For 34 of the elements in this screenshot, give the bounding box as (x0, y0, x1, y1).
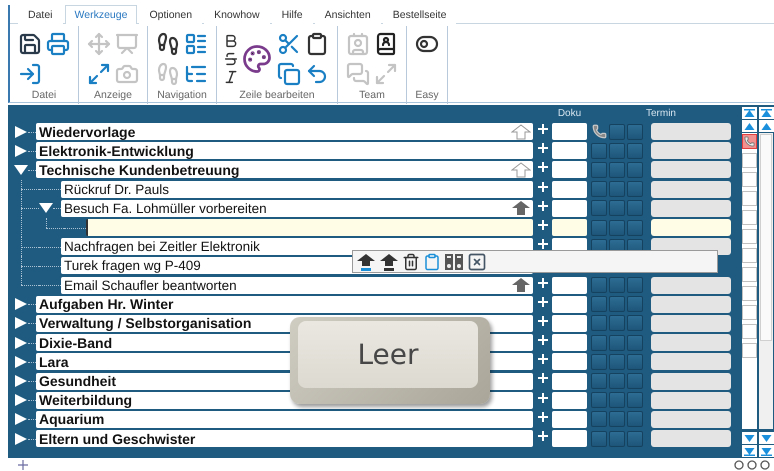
task-title: Besuch Fa. Lohmüller vorbereiten (64, 200, 267, 216)
category-title: Gesundheit (39, 373, 116, 390)
menu-tab[interactable]: Werkzeuge (64, 5, 138, 24)
task-title: Rückruf Dr. Pauls (64, 182, 170, 197)
task-title: Email Schaufler beantworten (64, 278, 237, 293)
group-label: Easy (415, 89, 439, 103)
category-title: Wiedervorlage (39, 124, 136, 140)
task-title: Nachfragen bei Zeitler Elektronik (64, 239, 260, 254)
group-label: Team (359, 89, 385, 103)
task-item[interactable]: Rückruf Dr. Pauls (61, 180, 533, 198)
task-item[interactable]: Wiedervorlage (36, 123, 533, 140)
category-title: Lara (39, 354, 69, 370)
task-title: Turek fragen wg P-409 (64, 258, 201, 274)
category-title: Aquarium (39, 411, 104, 428)
category-title: Eltern und Geschwister (39, 430, 196, 447)
column-header: Termin (644, 108, 677, 119)
group-label: Navigation (157, 89, 207, 103)
task-item[interactable]: Technische Kundenbetreuung (36, 161, 533, 178)
task-item[interactable]: Eltern und Geschwister (36, 430, 533, 448)
task-item[interactable]: Elektronik-Entwicklung (36, 142, 533, 160)
category-title: Weiterbildung (39, 392, 132, 408)
task-item[interactable]: Aufgaben Hr. Winter (36, 296, 533, 313)
task-item[interactable]: Email Schaufler beantworten (61, 276, 533, 294)
group-label: Anzeige (94, 89, 132, 103)
group-label: Datei (32, 89, 56, 103)
category-title: Verwaltung / Selbstorganisation (39, 315, 252, 332)
category-title: Technische Kundenbetreuung (39, 162, 240, 178)
column-header: Doku (556, 108, 582, 119)
task-item[interactable]: Aquarium (36, 410, 533, 428)
task-item[interactable]: Besuch Fa. Lohmüller vorbereiten (61, 200, 533, 217)
category-title: Aufgaben Hr. Winter (39, 296, 174, 312)
group-label: Zeile bearbeiten (239, 89, 315, 103)
category-title: Dixie-Band (39, 334, 112, 351)
category-title: Elektronik-Entwicklung (39, 142, 194, 159)
